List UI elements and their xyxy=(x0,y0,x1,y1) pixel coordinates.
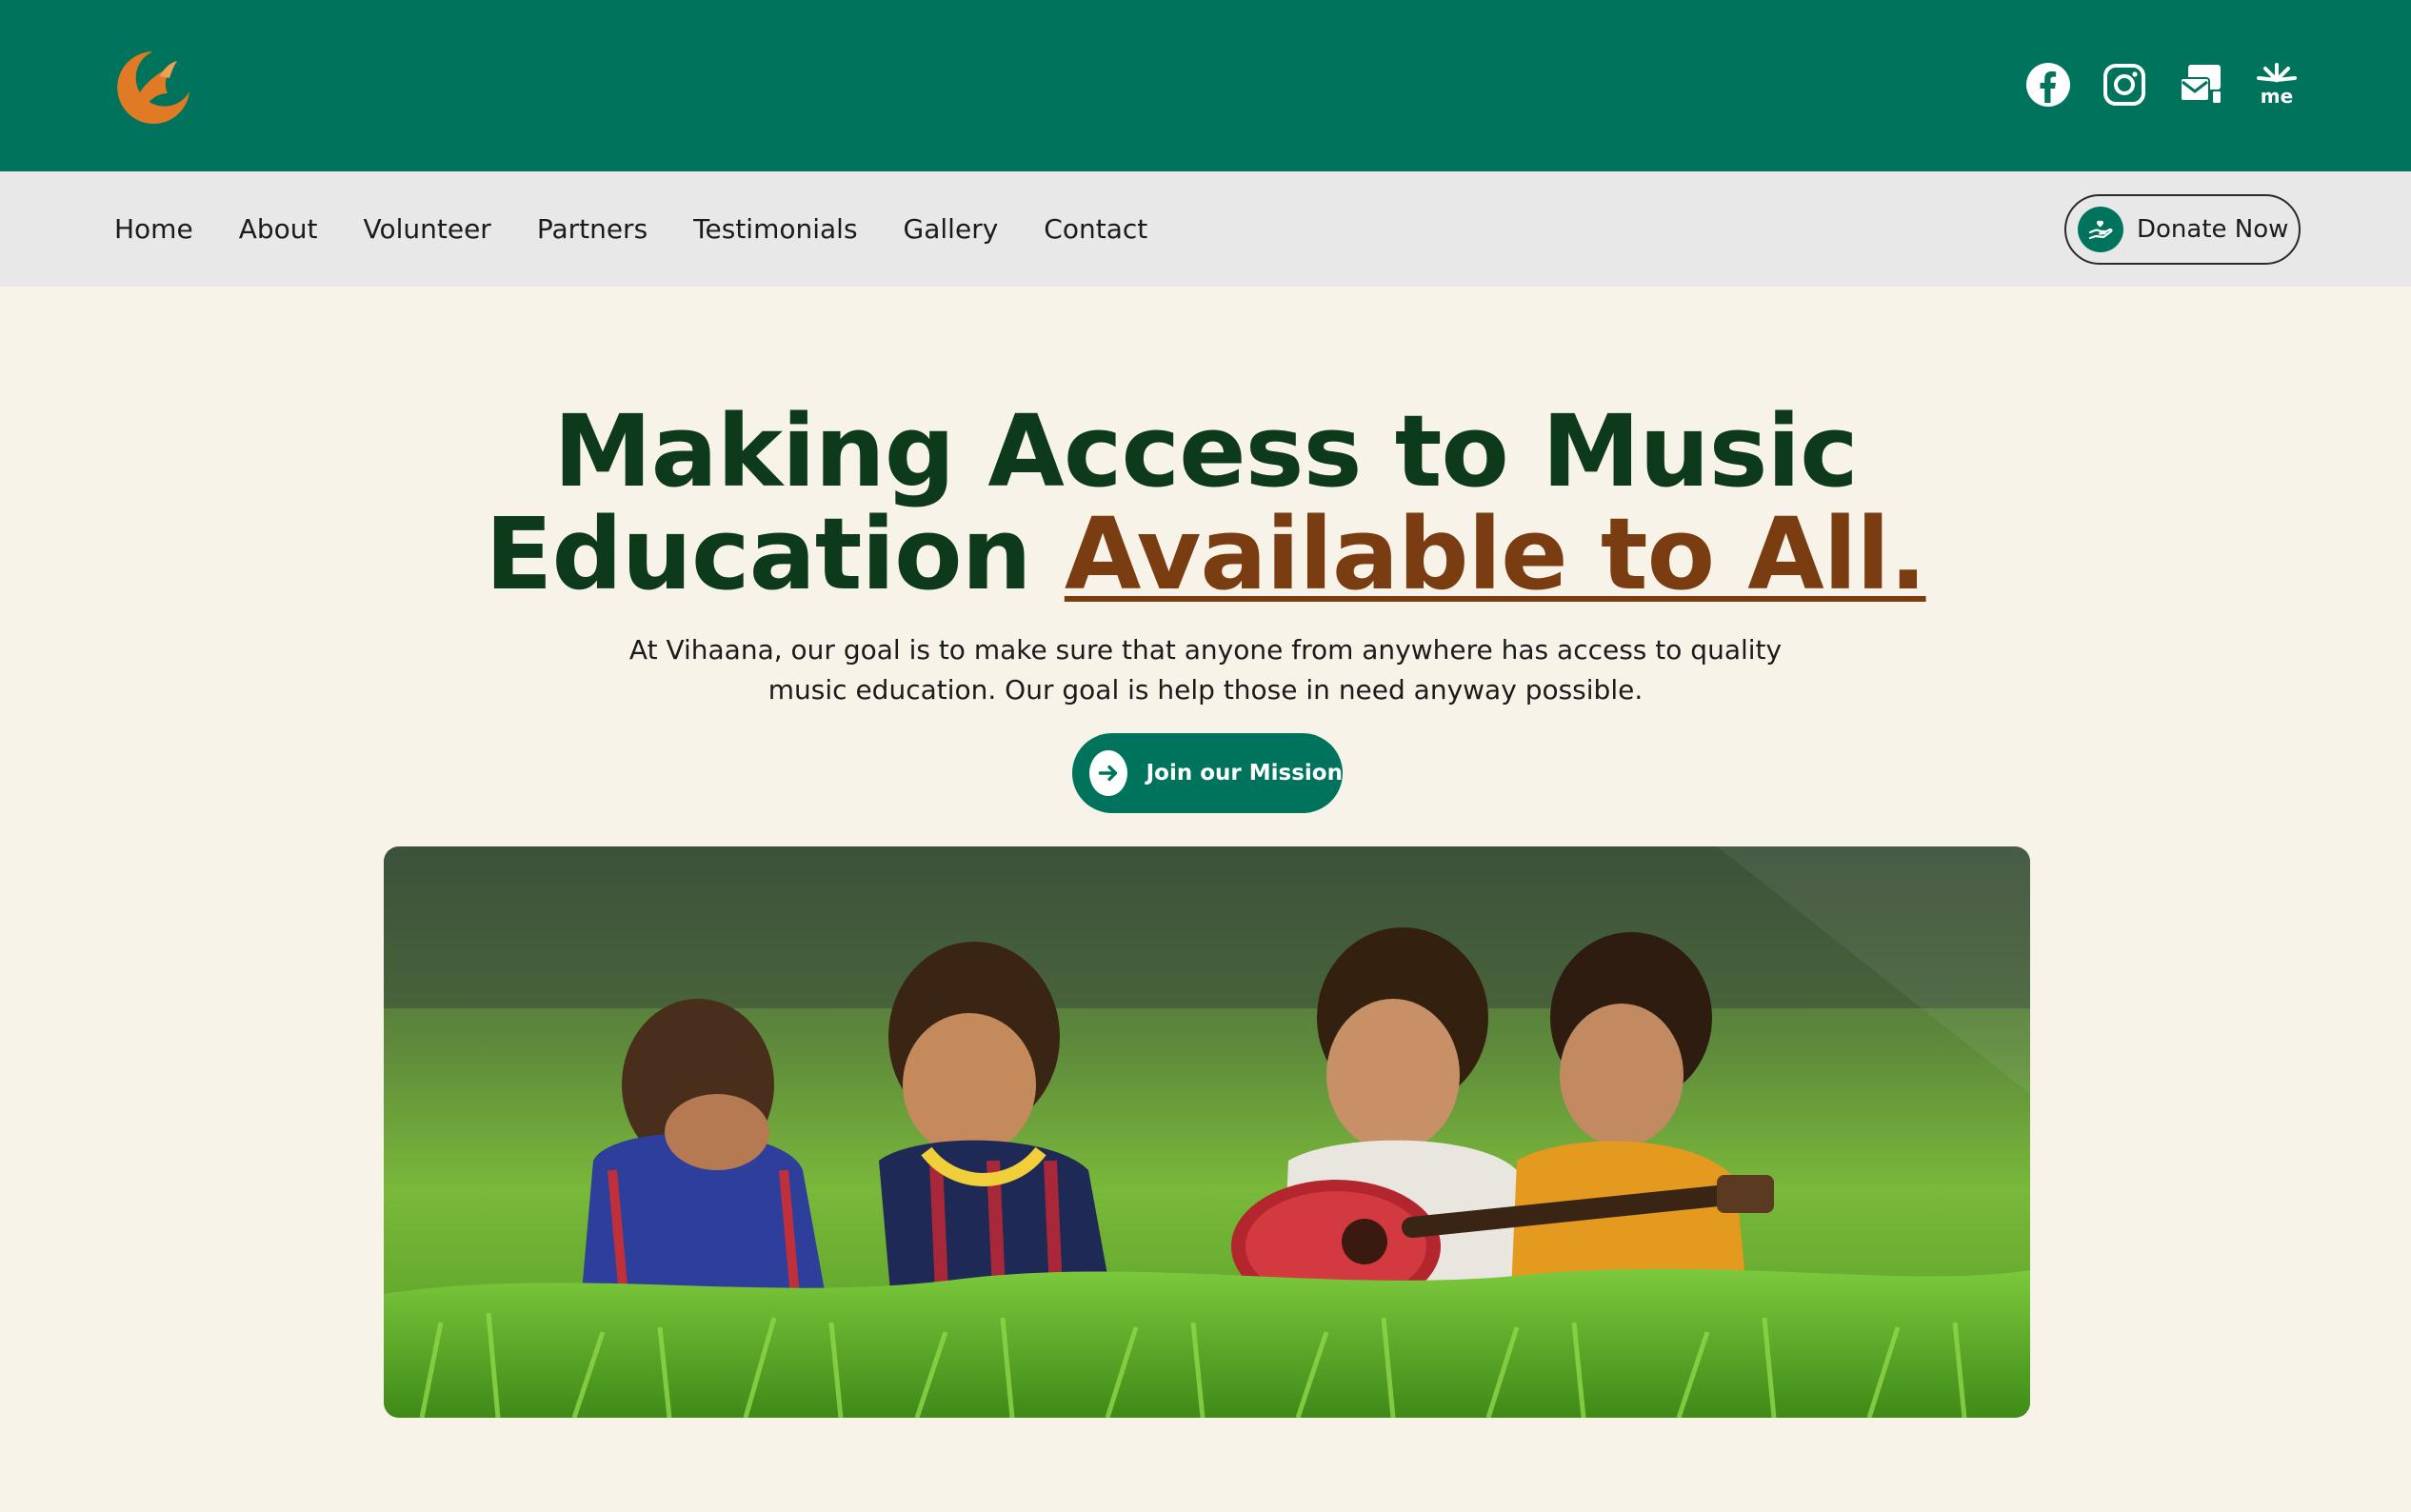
linktree-me-icon[interactable]: me xyxy=(2253,61,2301,109)
top-header: me xyxy=(0,0,2411,171)
nav-item-partners[interactable]: Partners xyxy=(537,213,648,245)
join-our-mission-button[interactable]: Join our Mission xyxy=(1072,733,1343,813)
donate-now-button[interactable]: Donate Now xyxy=(2064,194,2301,265)
join-our-mission-label: Join our Mission xyxy=(1146,761,1343,786)
nav-links: Home About Volunteer Partners Testimonia… xyxy=(114,171,1147,287)
mail-icon[interactable] xyxy=(2177,61,2224,109)
hero-title-accent: Available to All. xyxy=(1064,496,1927,612)
donate-now-label: Donate Now xyxy=(2137,215,2289,244)
nav-item-about[interactable]: About xyxy=(239,213,318,245)
hero-image-children-ukulele xyxy=(384,846,2030,1418)
nav-item-contact[interactable]: Contact xyxy=(1044,213,1147,245)
instagram-icon[interactable] xyxy=(2101,61,2148,109)
facebook-icon[interactable] xyxy=(2024,61,2072,109)
hero-subtitle: At Vihaana, our goal is to make sure tha… xyxy=(628,634,1783,706)
nav-item-volunteer[interactable]: Volunteer xyxy=(363,213,490,245)
social-links: me xyxy=(2024,61,2301,109)
arrow-right-icon xyxy=(1089,750,1127,796)
svg-text:me: me xyxy=(2261,85,2293,108)
hero-title: Making Access to Music Education Availab… xyxy=(0,400,2411,606)
main-nav: Home About Volunteer Partners Testimonia… xyxy=(0,171,2411,287)
nav-item-gallery[interactable]: Gallery xyxy=(904,213,999,245)
donate-hand-heart-icon xyxy=(2078,207,2123,252)
bird-crescent-logo-icon[interactable] xyxy=(110,44,196,129)
nav-item-home[interactable]: Home xyxy=(114,213,193,245)
hero-title-line1: Making Access to Music xyxy=(553,393,1859,509)
hero-title-line2: Education xyxy=(485,496,1065,612)
nav-item-testimonials[interactable]: Testimonials xyxy=(693,213,857,245)
